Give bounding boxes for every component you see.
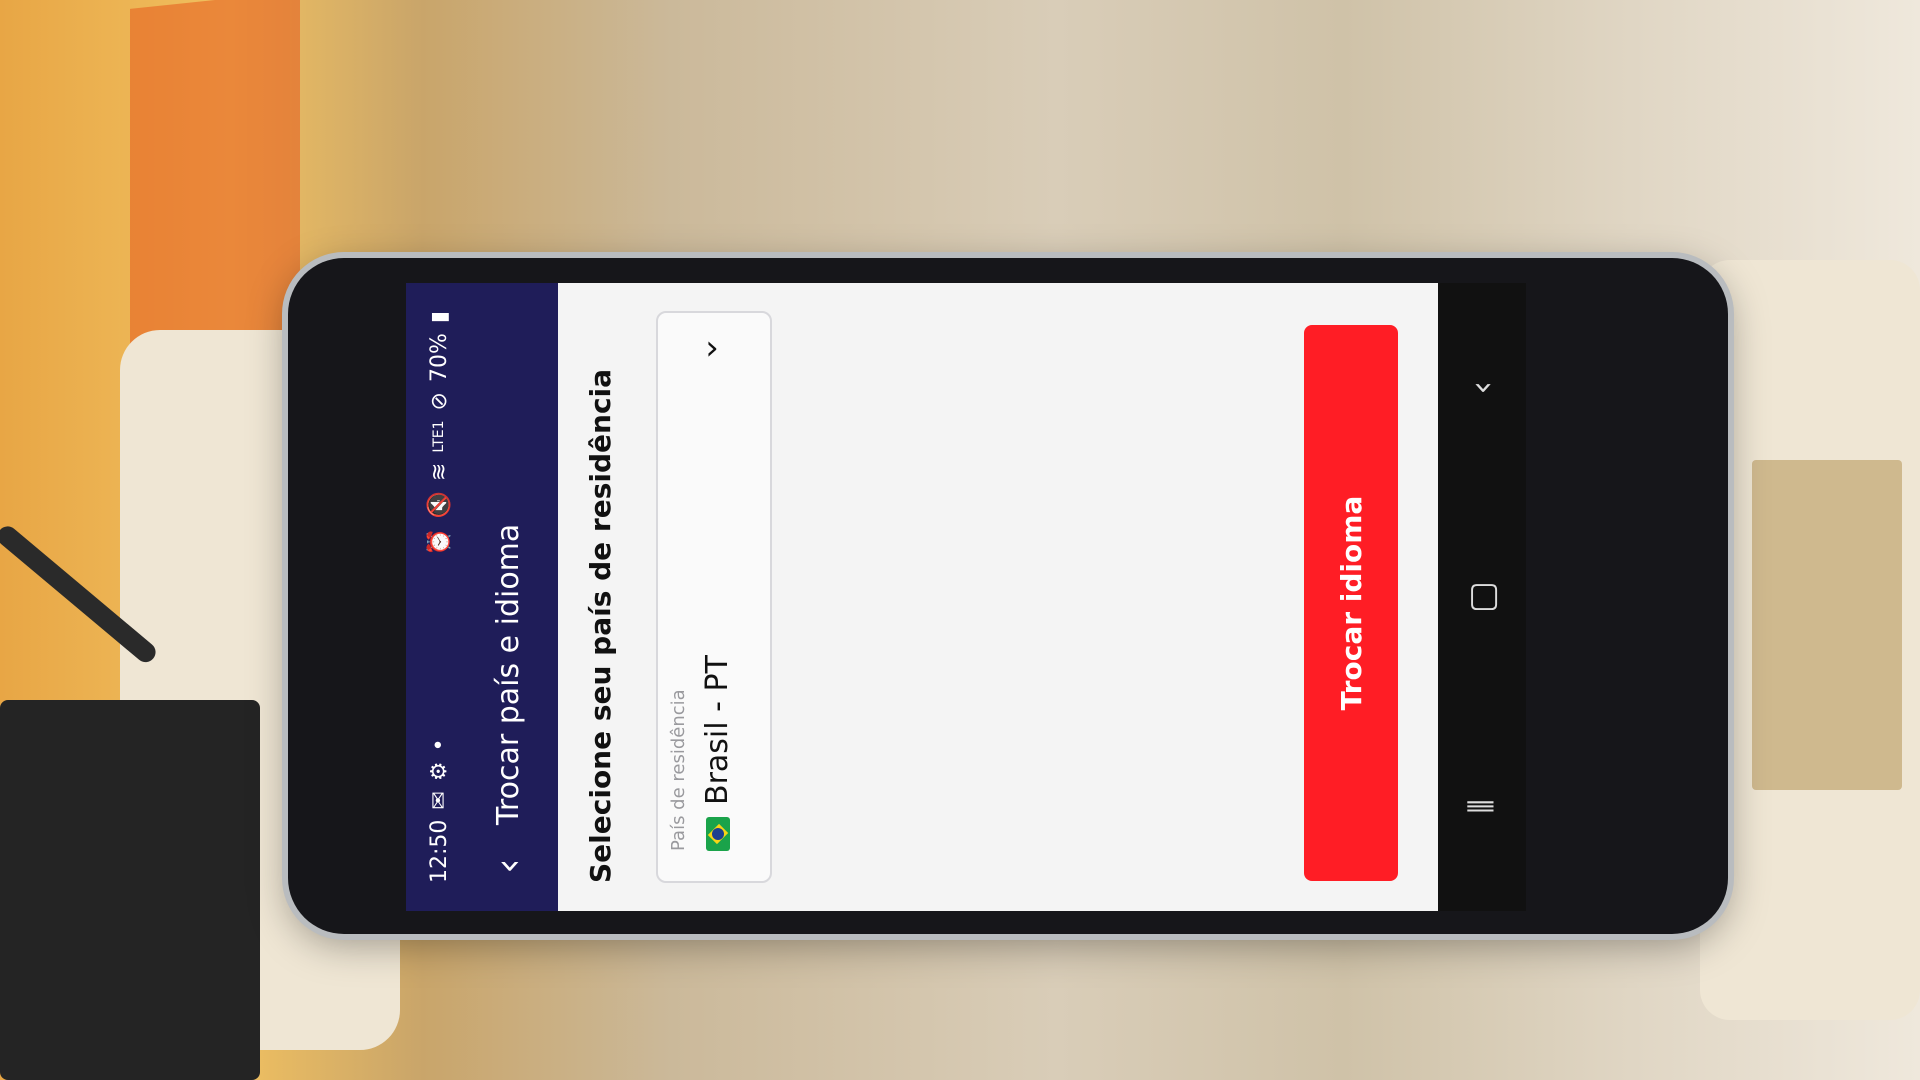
battery-icon: ▮	[426, 311, 452, 324]
mute-icon: 🔇	[426, 491, 452, 519]
alarm-icon: ⏰	[426, 528, 452, 556]
phone-screen: 12:50 ✉ ⚙ • ⏰ 🔇 ≋ LTE1 ⊘ 70% ▮ ‹ Trocar …	[406, 283, 1526, 911]
main-content: Selecione seu país de residência País de…	[558, 283, 1438, 911]
system-navbar: ⦀ ▢ ‹	[1438, 283, 1526, 911]
network-label: LTE1	[431, 420, 447, 453]
app-screen: 12:50 ✉ ⚙ • ⏰ 🔇 ≋ LTE1 ⊘ 70% ▮ ‹ Trocar …	[406, 283, 1526, 911]
section-title: Selecione seu país de residência	[584, 368, 617, 883]
background-warning-label	[1752, 460, 1902, 790]
status-bar: 12:50 ✉ ⚙ • ⏰ 🔇 ≋ LTE1 ⊘ 70% ▮	[424, 311, 454, 883]
message-icon: ✉	[426, 791, 452, 810]
status-time: 12:50	[426, 819, 452, 883]
page-title: Trocar país e idioma	[490, 523, 526, 825]
home-icon[interactable]: ▢	[1447, 547, 1517, 647]
status-left: 12:50 ✉ ⚙ •	[427, 738, 452, 883]
country-select[interactable]: País de residência Brasil - PT ›	[656, 311, 772, 883]
change-language-button[interactable]: Trocar idioma	[1304, 325, 1398, 881]
recents-icon[interactable]: ⦀	[1447, 756, 1517, 856]
chevron-left-icon: ‹	[486, 858, 530, 874]
battery-label: 70%	[426, 333, 452, 383]
back-icon[interactable]: ‹	[1447, 338, 1517, 438]
settings-icon: ⚙	[426, 761, 452, 782]
brazil-flag-icon	[706, 817, 730, 851]
wifi-icon: ≋	[426, 462, 452, 482]
country-field-label: País de residência	[668, 689, 689, 851]
top-bar: 12:50 ✉ ⚙ • ⏰ 🔇 ≋ LTE1 ⊘ 70% ▮ ‹ Trocar …	[406, 283, 558, 911]
no-sim-icon: ⊘	[426, 392, 452, 411]
back-button[interactable]: ‹	[473, 831, 543, 901]
background-dark-object	[0, 700, 260, 1080]
dot-icon: •	[426, 738, 452, 752]
country-field-value: Brasil - PT	[700, 655, 735, 805]
chevron-down-icon[interactable]: ›	[705, 328, 719, 368]
background-orange-object	[130, 0, 300, 359]
status-right: ⏰ 🔇 ≋ LTE1 ⊘ 70% ▮	[427, 311, 452, 556]
app-header: ‹ Trocar país e idioma	[468, 283, 548, 911]
